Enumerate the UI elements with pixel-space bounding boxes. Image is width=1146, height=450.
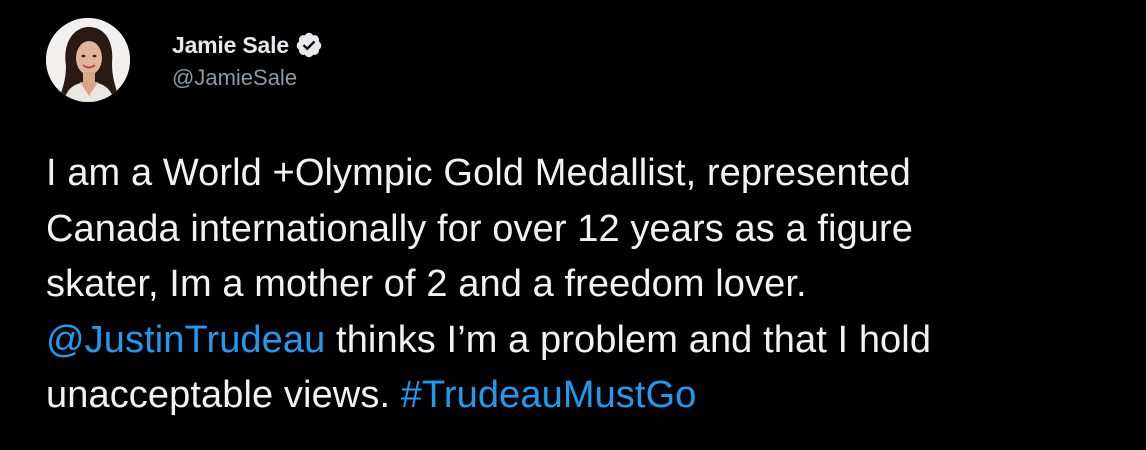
tweet-text-line-3: skater, Im a mother of 2 and a freedom l… (46, 263, 807, 305)
hashtag-link[interactable]: #TrudeauMustGo (401, 374, 697, 416)
profile-photo-icon (46, 18, 130, 102)
tweet-text-line-2: Canada internationally for over 12 years… (46, 207, 914, 250)
tweet-header: Jamie Sale @JamieSale (46, 18, 323, 102)
tweet-text-line-5-start: unacceptable views. (46, 374, 401, 416)
tweet-text: I am a World +Olympic Gold Medallist, re… (46, 146, 1126, 424)
tweet-text-line-4-rest: thinks I’m a problem and that I hold (325, 318, 932, 361)
tweet-text-line-4: @JustinTrudeau thinks I’m a problem and … (46, 313, 1126, 369)
name-row: Jamie Sale (172, 29, 323, 61)
avatar[interactable] (46, 18, 130, 102)
tweet-card: Jamie Sale @JamieSale I am a World +Olym… (0, 0, 1146, 450)
author-info: Jamie Sale @JamieSale (172, 29, 323, 91)
mention-link[interactable]: @JustinTrudeau (46, 319, 325, 361)
verified-badge-icon (295, 31, 323, 59)
tweet-text-line-5: unacceptable views. #TrudeauMustGo (46, 368, 1126, 424)
tweet-text-line-1: I am a World +Olympic Gold Medallist, re… (46, 152, 911, 194)
author-display-name[interactable]: Jamie Sale (172, 32, 289, 59)
author-handle[interactable]: @JamieSale (172, 65, 323, 91)
